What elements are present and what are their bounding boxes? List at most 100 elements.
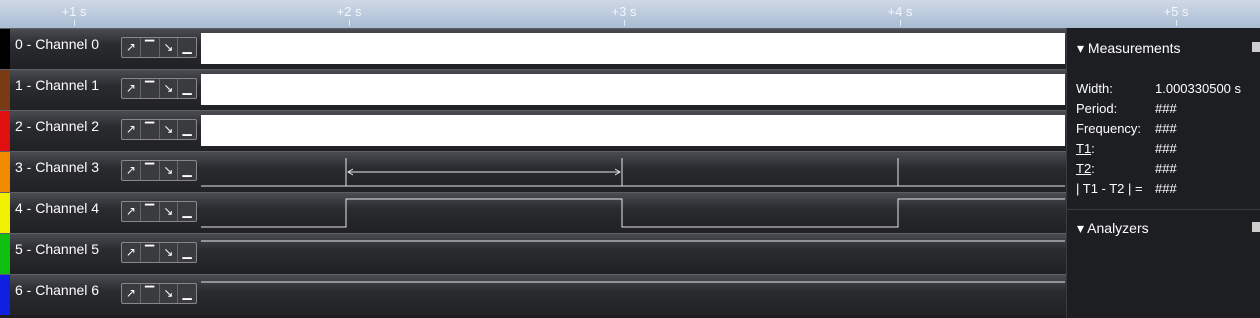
falling-edge-trigger-icon[interactable]: ↘ — [160, 243, 179, 262]
label-suffix: : — [1091, 141, 1095, 156]
measurement-value: ### — [1155, 121, 1177, 136]
high-level-trigger-icon[interactable]: ▔ — [141, 243, 160, 262]
tick-mark — [1176, 20, 1177, 26]
rising-edge-trigger-icon[interactable]: ↗ — [122, 284, 141, 303]
waveform-area[interactable] — [201, 156, 1065, 187]
channel-row-3: 3 - Channel 3 ↗ ▔ ↘ ▁ — [0, 151, 1066, 192]
tick-mark — [349, 20, 350, 26]
channel-label[interactable]: 6 - Channel 6 — [15, 282, 99, 298]
channel-color-strip — [0, 29, 10, 69]
low-level-trigger-icon[interactable]: ▁ — [178, 38, 196, 57]
rising-edge-trigger-icon[interactable]: ↗ — [122, 38, 141, 57]
channel-label[interactable]: 5 - Channel 5 — [15, 241, 99, 257]
measurement-label: Frequency: — [1076, 121, 1142, 136]
low-level-trigger-icon[interactable]: ▁ — [178, 202, 196, 221]
channel-row-2: 2 - Channel 2 ↗ ▔ ↘ ▁ — [0, 110, 1066, 151]
measurement-value: ### — [1155, 161, 1177, 176]
channel-label[interactable]: 4 - Channel 4 — [15, 200, 99, 216]
time-tick: +1 s — [61, 4, 87, 19]
low-level-trigger-icon[interactable]: ▁ — [178, 161, 196, 180]
waveform-area[interactable] — [201, 238, 1065, 269]
falling-edge-trigger-icon[interactable]: ↘ — [160, 202, 179, 221]
trigger-buttons: ↗ ▔ ↘ ▁ — [121, 37, 197, 58]
t2-link[interactable]: T2 — [1076, 161, 1091, 176]
high-level-trigger-icon[interactable]: ▔ — [141, 38, 160, 57]
measurement-value: ### — [1155, 101, 1177, 116]
waveform-area[interactable] — [201, 197, 1065, 228]
channel-row-1: 1 - Channel 1 ↗ ▔ ↘ ▁ — [0, 69, 1066, 110]
falling-edge-trigger-icon[interactable]: ↘ — [160, 284, 179, 303]
trigger-buttons: ↗ ▔ ↘ ▁ — [121, 119, 197, 140]
high-level-trigger-icon[interactable]: ▔ — [141, 284, 160, 303]
low-level-trigger-icon[interactable]: ▁ — [178, 120, 196, 139]
channel-row-0: 0 - Channel 0 ↗ ▔ ↘ ▁ — [0, 28, 1066, 69]
rising-edge-trigger-icon[interactable]: ↗ — [122, 120, 141, 139]
measurement-label: Period: — [1076, 101, 1118, 116]
time-tick: +2 s — [336, 4, 362, 19]
channel-label[interactable]: 3 - Channel 3 — [15, 159, 99, 175]
trigger-buttons: ↗ ▔ ↘ ▁ — [121, 283, 197, 304]
channel-label[interactable]: 0 - Channel 0 — [15, 36, 99, 52]
channel-color-strip — [0, 111, 10, 151]
channel-color-strip — [0, 275, 10, 315]
falling-edge-trigger-icon[interactable]: ↘ — [160, 38, 179, 57]
trigger-buttons: ↗ ▔ ↘ ▁ — [121, 78, 197, 99]
measurement-value: 1.000330500 s — [1155, 81, 1242, 96]
analyzers-title[interactable]: ▾ Analyzers — [1077, 220, 1149, 237]
measurement-label: | T1 - T2 | = — [1076, 181, 1143, 196]
high-level-trigger-icon[interactable]: ▔ — [141, 79, 160, 98]
channel-color-strip — [0, 70, 10, 110]
low-level-trigger-icon[interactable]: ▁ — [178, 79, 196, 98]
timeline-ruler[interactable]: +1 s +2 s +3 s +4 s +5 s — [0, 0, 1260, 28]
measurement-value: ### — [1155, 181, 1177, 196]
measurement-label-t1[interactable]: T1: — [1076, 141, 1095, 156]
channel-row-5: 5 - Channel 5 ↗ ▔ ↘ ▁ — [0, 233, 1066, 274]
waveform-area[interactable] — [201, 279, 1065, 310]
measurements-title[interactable]: ▾ Measurements — [1077, 40, 1181, 57]
panel-divider — [1067, 209, 1260, 210]
measurements-panel: ▾ Measurements Width: 1.000330500 s Peri… — [1066, 28, 1260, 318]
analyzers-title-text: Analyzers — [1087, 220, 1149, 236]
falling-edge-trigger-icon[interactable]: ↘ — [160, 79, 179, 98]
falling-edge-trigger-icon[interactable]: ↘ — [160, 161, 179, 180]
gear-icon[interactable] — [1252, 222, 1260, 232]
high-level-trigger-icon[interactable]: ▔ — [141, 161, 160, 180]
low-level-trigger-icon[interactable]: ▁ — [178, 284, 196, 303]
channel-row-4: 4 - Channel 4 ↗ ▔ ↘ ▁ — [0, 192, 1066, 233]
rising-edge-trigger-icon[interactable]: ↗ — [122, 79, 141, 98]
high-level-trigger-icon[interactable]: ▔ — [141, 202, 160, 221]
high-level-trigger-icon[interactable]: ▔ — [141, 120, 160, 139]
trigger-buttons: ↗ ▔ ↘ ▁ — [121, 160, 197, 181]
channel-color-strip — [0, 152, 10, 192]
falling-edge-trigger-icon[interactable]: ↘ — [160, 120, 179, 139]
channel-color-strip — [0, 193, 10, 233]
time-tick: +4 s — [887, 4, 913, 19]
measurement-label: Width: — [1076, 81, 1113, 96]
waveform-line — [201, 198, 1065, 228]
measurements-title-text: Measurements — [1087, 40, 1181, 56]
label-suffix: : — [1091, 161, 1095, 176]
trigger-buttons: ↗ ▔ ↘ ▁ — [121, 201, 197, 222]
time-tick: +5 s — [1163, 4, 1189, 19]
waveform-area[interactable] — [201, 115, 1065, 146]
channel-label[interactable]: 1 - Channel 1 — [15, 77, 99, 93]
measurement-label-t2[interactable]: T2: — [1076, 161, 1095, 176]
rising-edge-trigger-icon[interactable]: ↗ — [122, 243, 141, 262]
rising-edge-trigger-icon[interactable]: ↗ — [122, 202, 141, 221]
t1-link[interactable]: T1 — [1076, 141, 1091, 156]
channel-label[interactable]: 2 - Channel 2 — [15, 118, 99, 134]
trigger-buttons: ↗ ▔ ↘ ▁ — [121, 242, 197, 263]
tick-mark — [900, 20, 901, 26]
channel-color-strip — [0, 234, 10, 274]
tick-mark — [624, 20, 625, 26]
time-tick: +3 s — [611, 4, 637, 19]
rising-edge-trigger-icon[interactable]: ↗ — [122, 161, 141, 180]
waveform-area[interactable] — [201, 74, 1065, 105]
waveform-area[interactable] — [201, 33, 1065, 64]
low-level-trigger-icon[interactable]: ▁ — [178, 243, 196, 262]
measurement-value: ### — [1155, 141, 1177, 156]
tick-mark — [74, 20, 75, 26]
gear-icon[interactable] — [1252, 42, 1260, 52]
channel-list: 0 - Channel 0 ↗ ▔ ↘ ▁ 1 - Channel 1 ↗ ▔ … — [0, 28, 1066, 318]
channel-row-6: 6 - Channel 6 ↗ ▔ ↘ ▁ — [0, 274, 1066, 315]
